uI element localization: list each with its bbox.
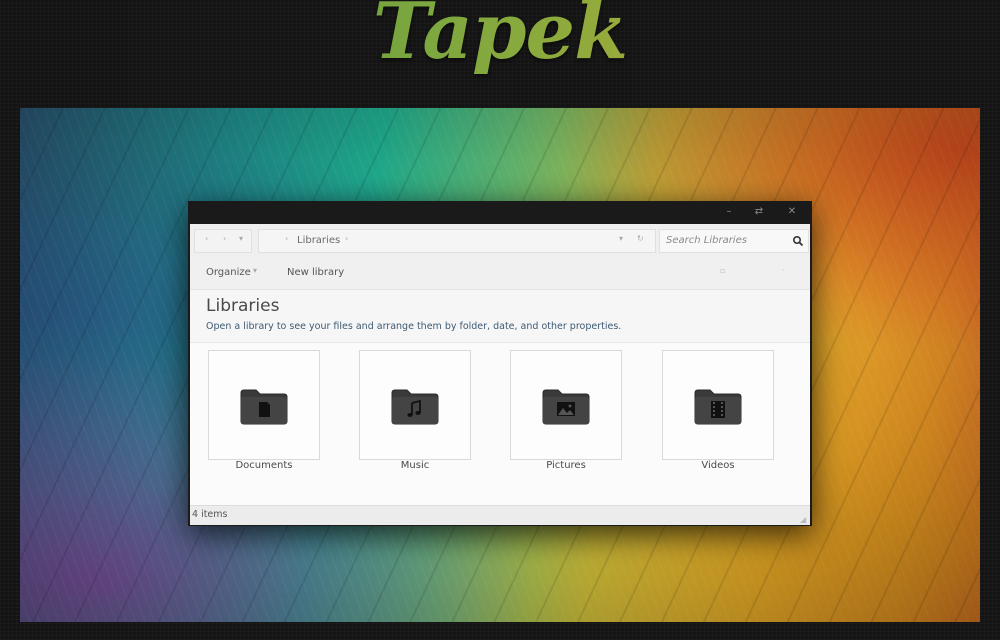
search-input[interactable] [666, 233, 784, 247]
search-box[interactable] [659, 229, 809, 253]
recent-locations-button[interactable]: ▾ [239, 234, 243, 243]
close-button[interactable]: ✕ [782, 204, 802, 220]
status-bar: 4 items ◢ [190, 505, 810, 525]
library-tile-pictures[interactable] [510, 350, 622, 460]
chevron-down-icon[interactable]: ▾ [253, 266, 257, 275]
refresh-icon[interactable]: ↻ [637, 234, 644, 243]
maximize-button[interactable]: ⇄ [749, 204, 769, 220]
view-options-icon[interactable]: ▫ [720, 266, 725, 275]
resize-grip-icon[interactable]: ◢ [800, 515, 806, 524]
address-dropdown-icon[interactable]: ▾ [619, 234, 623, 243]
videos-folder-icon [694, 389, 742, 425]
window-client-area: ‹ › ▾ › Libraries › ▾ ↻ Organize ▾ [190, 224, 810, 525]
organize-button[interactable]: Organize [206, 267, 251, 278]
music-folder-icon [391, 389, 439, 425]
library-tile-videos[interactable] [662, 350, 774, 460]
breadcrumb-arrow-icon[interactable]: › [345, 234, 348, 243]
library-tile-music[interactable] [359, 350, 471, 460]
pictures-folder-icon [542, 389, 590, 425]
item-count: 4 items [192, 509, 228, 520]
library-tile-documents[interactable] [208, 350, 320, 460]
library-label-pictures[interactable]: Pictures [510, 460, 622, 471]
library-grid: Documents Music Pictures Videos [190, 343, 810, 505]
library-header: Libraries Open a library to see your fil… [190, 290, 810, 343]
history-buttons: ‹ › ▾ [194, 229, 252, 253]
document-folder-icon [240, 389, 288, 425]
search-icon[interactable] [792, 235, 804, 247]
tapek-logo: Tapek [0, 0, 1000, 77]
navigation-bar: ‹ › ▾ › Libraries › ▾ ↻ [190, 224, 810, 256]
library-label-documents[interactable]: Documents [208, 460, 320, 471]
library-label-videos[interactable]: Videos [662, 460, 774, 471]
address-bar[interactable]: › Libraries › ▾ ↻ [258, 229, 656, 253]
title-bar[interactable]: – ⇄ ✕ [188, 201, 812, 224]
breadcrumb-libraries[interactable]: Libraries [297, 235, 340, 246]
command-bar: Organize ▾ New library ▫ · [190, 256, 810, 290]
explorer-window: – ⇄ ✕ ‹ › ▾ › Libraries › ▾ ↻ Search Lib… [188, 201, 812, 526]
help-icon[interactable]: · [782, 266, 785, 275]
minimize-button[interactable]: – [719, 204, 739, 220]
library-label-music[interactable]: Music [359, 460, 471, 471]
new-library-button[interactable]: New library [287, 267, 344, 278]
page-subtitle: Open a library to see your files and arr… [206, 321, 622, 332]
page-title: Libraries [206, 296, 280, 316]
forward-button[interactable]: › [223, 234, 226, 243]
back-button[interactable]: ‹ [205, 234, 208, 243]
breadcrumb-arrow-icon[interactable]: › [285, 234, 288, 243]
